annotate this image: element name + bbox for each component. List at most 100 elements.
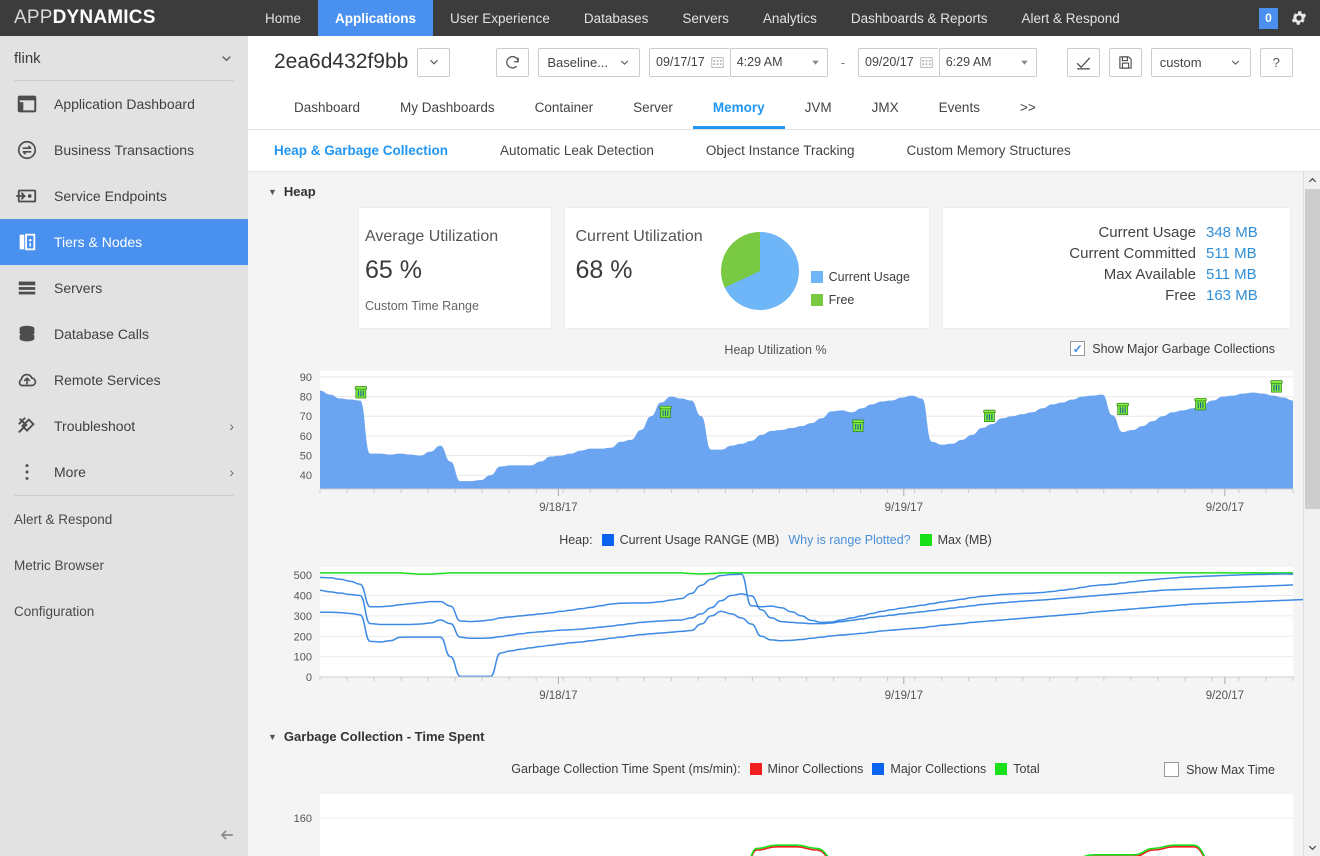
- sidebar-item-database-calls[interactable]: Database Calls: [0, 311, 248, 357]
- baseline-selector[interactable]: Baseline...: [538, 47, 641, 77]
- gc-legend-prefix: Garbage Collection Time Spent (ms/min):: [511, 762, 741, 776]
- tab-bar: Dashboard My Dashboards Container Server Mem…: [248, 88, 1320, 130]
- sidebar-item-label: Remote Services: [54, 372, 161, 388]
- calendar-icon: [711, 56, 724, 68]
- sidebar-item-label: Business Transactions: [54, 142, 195, 158]
- page-title: 2ea6d432f9bb: [274, 50, 409, 73]
- heap-section-header[interactable]: ▼ Heap: [248, 172, 1303, 207]
- tab-events[interactable]: Events: [919, 88, 1000, 129]
- start-date-value: 09/17/17: [656, 55, 705, 69]
- tab-[interactable]: >>: [1000, 88, 1056, 129]
- topnav-item-dashboards-reports[interactable]: Dashboards & Reports: [834, 0, 1005, 36]
- svg-text:90: 90: [300, 372, 312, 384]
- gc-time-spent-chart[interactable]: 160: [268, 788, 1303, 856]
- toolbar: 2ea6d432f9bb Baseline... 09/17/17 4:29 A…: [248, 36, 1320, 88]
- topnav-item-label: Servers: [682, 10, 729, 26]
- notification-badge[interactable]: 0: [1259, 7, 1278, 29]
- sidebar: flink Application Dashboard Business Tran…: [0, 36, 248, 856]
- pie-legend: Current Usage Free: [810, 270, 910, 307]
- sidebar-item-business-transactions[interactable]: Business Transactions: [0, 127, 248, 173]
- average-utilization-card: Average Utilization 65 % Custom Time Ran…: [358, 207, 553, 329]
- topnav-item-servers[interactable]: Servers: [665, 0, 746, 36]
- average-utilization-label: Average Utilization: [365, 228, 499, 245]
- heap-stat-row: Current Committed 511 MB: [943, 245, 1268, 262]
- end-date-field[interactable]: 09/20/17: [858, 47, 939, 77]
- scrollbar-thumb[interactable]: [1304, 189, 1320, 509]
- vertical-scrollbar[interactable]: [1303, 172, 1320, 856]
- time-preset-selector[interactable]: custom: [1150, 47, 1251, 77]
- topnav-item-label: User Experience: [450, 10, 550, 26]
- sidebar-item-label: Database Calls: [54, 326, 149, 342]
- refresh-icon[interactable]: [496, 47, 530, 77]
- topnav-item-home[interactable]: Home: [248, 0, 318, 36]
- sidebar-link-metric-browser[interactable]: Metric Browser: [0, 542, 248, 588]
- topnav-item-databases[interactable]: Databases: [567, 0, 666, 36]
- heap-legend-prefix: Heap:: [559, 533, 593, 547]
- average-utilization-value: 65 %: [365, 256, 422, 284]
- subtab-object-instance-tracking[interactable]: Object Instance Tracking: [706, 143, 877, 158]
- sidebar-link-alert-respond[interactable]: Alert & Respond: [0, 496, 248, 542]
- gc-section-header[interactable]: ▼ Garbage Collection - Time Spent: [248, 711, 1303, 752]
- svg-text:300: 300: [294, 611, 312, 623]
- scroll-down-icon[interactable]: [1304, 839, 1320, 856]
- scrollbar-track[interactable]: [1304, 189, 1320, 839]
- tab-memory[interactable]: Memory: [692, 88, 785, 129]
- tab-dashboard[interactable]: Dashboard: [274, 88, 380, 129]
- sidebar-item-service-endpoints[interactable]: Service Endpoints: [0, 173, 248, 219]
- sidebar-item-label: More: [54, 464, 86, 480]
- sidebar-item-label: Troubleshoot: [54, 418, 136, 434]
- topnav-item-user-experience[interactable]: User Experience: [433, 0, 567, 36]
- subtab-heap-garbage-collection[interactable]: Heap & Garbage Collection: [274, 143, 470, 158]
- start-date-field[interactable]: 09/17/17: [649, 47, 730, 77]
- start-time-value: 4:29 AM: [736, 55, 783, 69]
- heap-stat-key: Current Committed: [1069, 245, 1196, 262]
- trend-check-icon[interactable]: [1066, 47, 1100, 77]
- heap-utilization-chart[interactable]: 40 50 60 70 80 90 9/18/17 9/19/17 9/20/17: [268, 363, 1303, 523]
- tab-jmx[interactable]: JMX: [852, 88, 919, 129]
- sidebar-item-more[interactable]: More ›: [0, 449, 248, 495]
- save-disk-icon[interactable]: [1108, 47, 1142, 77]
- topnav-item-applications[interactable]: Applications: [318, 0, 434, 36]
- node-dropdown-button[interactable]: [417, 47, 451, 77]
- svg-text:80: 80: [300, 392, 312, 404]
- legend-swatch: [995, 763, 1008, 775]
- heap-usage-range-chart[interactable]: 0 100 200 300 400 500 9/18/17 9/19/17 9/20/17: [268, 559, 1303, 711]
- help-button[interactable]: ?: [1259, 47, 1293, 77]
- tab-jvm[interactable]: JVM: [785, 88, 852, 129]
- collapse-left-icon[interactable]: [212, 820, 242, 850]
- show-major-gc-checkbox[interactable]: ✓: [1070, 341, 1086, 356]
- svg-text:400: 400: [294, 591, 312, 603]
- cloud-upload-icon: [14, 367, 40, 393]
- why-range-plotted-link[interactable]: Why is range Plotted?: [788, 533, 910, 547]
- application-selector[interactable]: flink: [0, 36, 248, 80]
- heap-stats-list: Current Usage 348 MB Current Committed 511 …: [943, 224, 1268, 304]
- topnav-item-analytics[interactable]: Analytics: [746, 0, 834, 36]
- legend-swatch: [919, 534, 932, 546]
- tab-server[interactable]: Server: [613, 88, 693, 129]
- trash-icon: [659, 405, 672, 419]
- subtab-bar: Heap & Garbage Collection Automatic Leak …: [248, 130, 1320, 172]
- end-time-field[interactable]: 6:29 AM: [938, 47, 1037, 77]
- sidebar-link-configuration[interactable]: Configuration: [0, 588, 248, 634]
- heap-section-title: Heap: [283, 184, 316, 199]
- trash-icon: [983, 409, 996, 422]
- service-endpoint-icon: [14, 183, 40, 209]
- sidebar-item-application-dashboard[interactable]: Application Dashboard: [0, 81, 248, 127]
- sidebar-item-remote-services[interactable]: Remote Services: [0, 357, 248, 403]
- pie-legend-item: Current Usage: [810, 270, 910, 284]
- tab-container[interactable]: Container: [515, 88, 614, 129]
- show-major-gc-toggle[interactable]: ✓ Show Major Garbage Collections: [1070, 341, 1275, 356]
- tab-my-dashboards[interactable]: My Dashboards: [380, 88, 515, 129]
- legend-swatch: [872, 763, 885, 775]
- sidebar-item-servers[interactable]: Servers: [0, 265, 248, 311]
- show-max-time-toggle[interactable]: Show Max Time: [1164, 762, 1275, 777]
- show-max-time-checkbox[interactable]: [1164, 762, 1180, 777]
- gear-icon[interactable]: [1290, 9, 1308, 27]
- topnav-item-alert-respond[interactable]: Alert & Respond: [1005, 0, 1137, 36]
- sidebar-item-troubleshoot[interactable]: Troubleshoot ›: [0, 403, 248, 449]
- start-time-field[interactable]: 4:29 AM: [729, 47, 828, 77]
- subtab-automatic-leak-detection[interactable]: Automatic Leak Detection: [500, 143, 676, 158]
- scroll-up-icon[interactable]: [1304, 172, 1320, 189]
- subtab-custom-memory-structures[interactable]: Custom Memory Structures: [906, 143, 1092, 158]
- sidebar-item-tiers-nodes[interactable]: Tiers & Nodes: [0, 219, 248, 265]
